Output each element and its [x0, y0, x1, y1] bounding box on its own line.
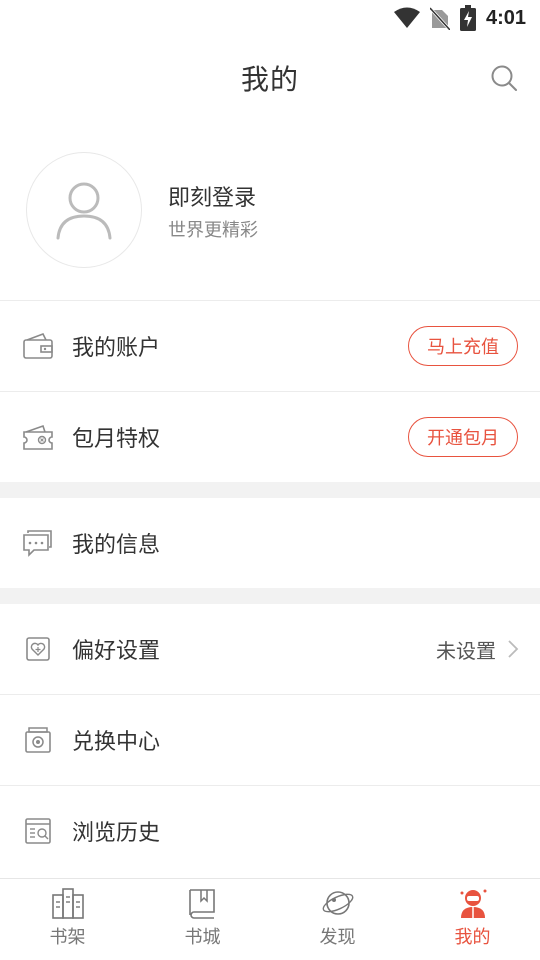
menu-label-preferences: 偏好设置: [72, 639, 161, 664]
menu-item-messages[interactable]: 我的信息: [0, 498, 540, 588]
status-time: 4:01: [485, 6, 526, 29]
tab-bookshelf[interactable]: 书架: [0, 879, 135, 960]
tab-discover[interactable]: 发现: [270, 879, 405, 960]
tab-mine[interactable]: 我的: [405, 879, 540, 960]
menu-item-monthly[interactable]: 包月特权 开通包月: [0, 392, 540, 482]
tab-label: 我的: [454, 927, 491, 948]
tab-bookstore[interactable]: 书城: [135, 879, 270, 960]
search-icon[interactable]: [490, 64, 518, 92]
open-monthly-button[interactable]: 开通包月: [408, 417, 518, 457]
login-label[interactable]: 即刻登录: [168, 180, 256, 212]
redeem-icon: [22, 724, 54, 756]
history-icon: [22, 815, 54, 847]
avatar[interactable]: [26, 152, 142, 268]
status-bar: 4:01: [0, 0, 540, 36]
heart-shield-icon: [22, 633, 54, 665]
book-icon: [188, 889, 215, 919]
section-gap: [0, 482, 540, 498]
ticket-icon: [22, 421, 54, 453]
login-subtitle: 世界更精彩: [168, 220, 258, 241]
menu-label-monthly: 包月特权: [72, 427, 161, 452]
header: 我的: [0, 44, 540, 112]
message-icon: [22, 527, 54, 559]
preferences-value: 未设置: [436, 638, 496, 663]
no-sim-icon: [429, 6, 450, 30]
profile-section[interactable]: 即刻登录 世界更精彩: [0, 152, 540, 268]
wifi-icon: [393, 7, 420, 28]
section-gap: [0, 588, 540, 604]
chevron-right-icon: [508, 640, 519, 658]
tab-label: 发现: [319, 927, 356, 948]
menu-item-history[interactable]: 浏览历史: [0, 786, 540, 876]
menu-item-preferences[interactable]: 偏好设置 未设置: [0, 604, 540, 694]
wallet-icon: [22, 330, 54, 362]
profile-active-icon: [460, 889, 486, 918]
bottom-tab-bar: 书架 书城 发现 我的: [0, 878, 540, 960]
menu-label-redeem: 兑换中心: [72, 730, 161, 755]
bookshelf-icon: [51, 888, 84, 919]
menu-label-messages: 我的信息: [72, 533, 161, 558]
planet-icon: [322, 891, 353, 915]
menu-label-history: 浏览历史: [72, 821, 161, 846]
battery-charging-icon: [459, 5, 476, 31]
page-title: 我的: [240, 63, 299, 96]
menu-item-redeem[interactable]: 兑换中心: [0, 695, 540, 785]
tab-label: 书城: [184, 927, 221, 948]
menu-item-account[interactable]: 我的账户 马上充值: [0, 301, 540, 391]
user-placeholder-icon: [56, 182, 112, 240]
tab-label: 书架: [49, 927, 86, 948]
recharge-button[interactable]: 马上充值: [408, 326, 518, 366]
menu-label-account: 我的账户: [72, 336, 161, 361]
